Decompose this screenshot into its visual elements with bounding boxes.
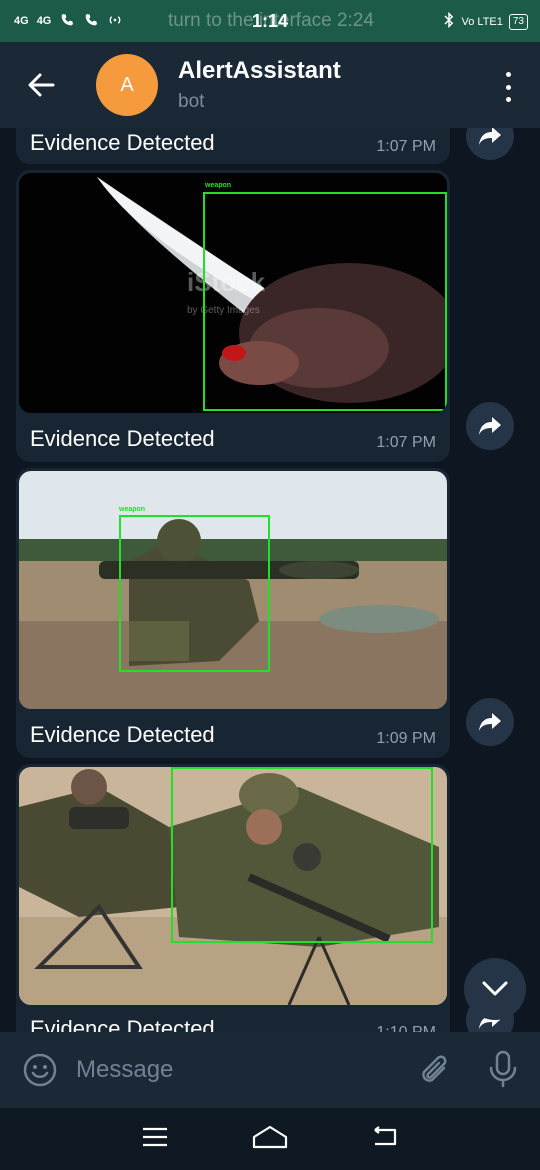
back-return-icon <box>373 1125 396 1145</box>
message-bubble[interactable]: iStock by Getty Images weapon Evidence D… <box>16 170 450 462</box>
evidence-photo[interactable] <box>19 767 447 1005</box>
message-caption: Evidence Detected <box>30 130 215 155</box>
back-button[interactable] <box>0 42 82 128</box>
microphone-button[interactable] <box>488 1050 518 1093</box>
message-time: 1:07 PM <box>376 434 436 451</box>
chat-title: AlertAssistant <box>178 57 341 84</box>
message-bubble[interactable]: Evidence Detected 1:10 PM <box>16 764 450 1032</box>
home-icon <box>252 1125 288 1148</box>
message-caption: Evidence Detected <box>30 722 215 747</box>
message-time: 1:07 PM <box>376 138 436 155</box>
message-caption: Evidence Detected <box>30 1016 215 1032</box>
nav-back-button[interactable] <box>371 1125 399 1153</box>
emoji-button[interactable] <box>22 1052 58 1088</box>
more-vertical-icon <box>505 72 511 77</box>
status-right: Vo LTE1 73 <box>443 11 528 31</box>
detection-label: weapon <box>205 182 232 189</box>
chat-title-block[interactable]: AlertAssistant bot <box>178 57 341 113</box>
message-input[interactable] <box>76 1056 396 1084</box>
nav-menu-button[interactable] <box>141 1126 169 1153</box>
share-arrow-icon <box>479 128 501 145</box>
share-button[interactable] <box>466 128 514 160</box>
evidence-photo[interactable]: iStock by Getty Images weapon <box>19 173 447 413</box>
detection-label: weapon <box>119 506 146 513</box>
menu-lines-icon <box>143 1127 168 1146</box>
system-nav-bar <box>0 1108 540 1170</box>
message-bubble[interactable]: weapon Evidence Detected 1:09 PM <box>16 468 450 758</box>
message-bubble[interactable]: Evidence Detected 1:07 PM <box>16 128 450 164</box>
share-arrow-icon <box>479 713 501 731</box>
message-time: 1:10 PM <box>376 1024 436 1032</box>
detection-box <box>119 515 270 672</box>
share-button[interactable] <box>466 698 514 746</box>
message-caption: Evidence Detected <box>30 426 215 451</box>
detection-box <box>203 192 447 411</box>
evidence-photo[interactable]: weapon <box>19 471 447 709</box>
nav-home-button[interactable] <box>252 1125 288 1154</box>
paperclip-icon <box>422 1055 447 1082</box>
detection-box <box>171 767 433 943</box>
message-input-bar <box>0 1032 540 1108</box>
avatar[interactable]: A <box>96 54 158 116</box>
share-arrow-icon <box>479 417 501 435</box>
battery-indicator: 73 <box>508 13 528 30</box>
message-time: 1:09 PM <box>376 730 436 747</box>
chat-subtitle: bot <box>178 91 205 112</box>
more-menu-button[interactable] <box>496 72 520 102</box>
volte-indicator: Vo LTE1 <box>461 15 503 28</box>
chat-header: A AlertAssistant bot <box>0 42 540 128</box>
arrow-left-icon <box>28 73 55 97</box>
smile-icon <box>23 1053 57 1087</box>
status-bar: 4G 4G turn to the interface 2:24 1:14 Vo… <box>0 0 540 42</box>
microphone-icon <box>489 1050 517 1088</box>
bluetooth-icon <box>443 11 455 31</box>
share-button[interactable] <box>466 402 514 450</box>
chevron-down-icon <box>482 981 508 996</box>
scroll-down-button[interactable] <box>464 958 526 1020</box>
attach-button[interactable] <box>418 1052 452 1093</box>
chat-area[interactable]: Evidence Detected 1:07 PM iStock by Gett… <box>0 128 540 1032</box>
